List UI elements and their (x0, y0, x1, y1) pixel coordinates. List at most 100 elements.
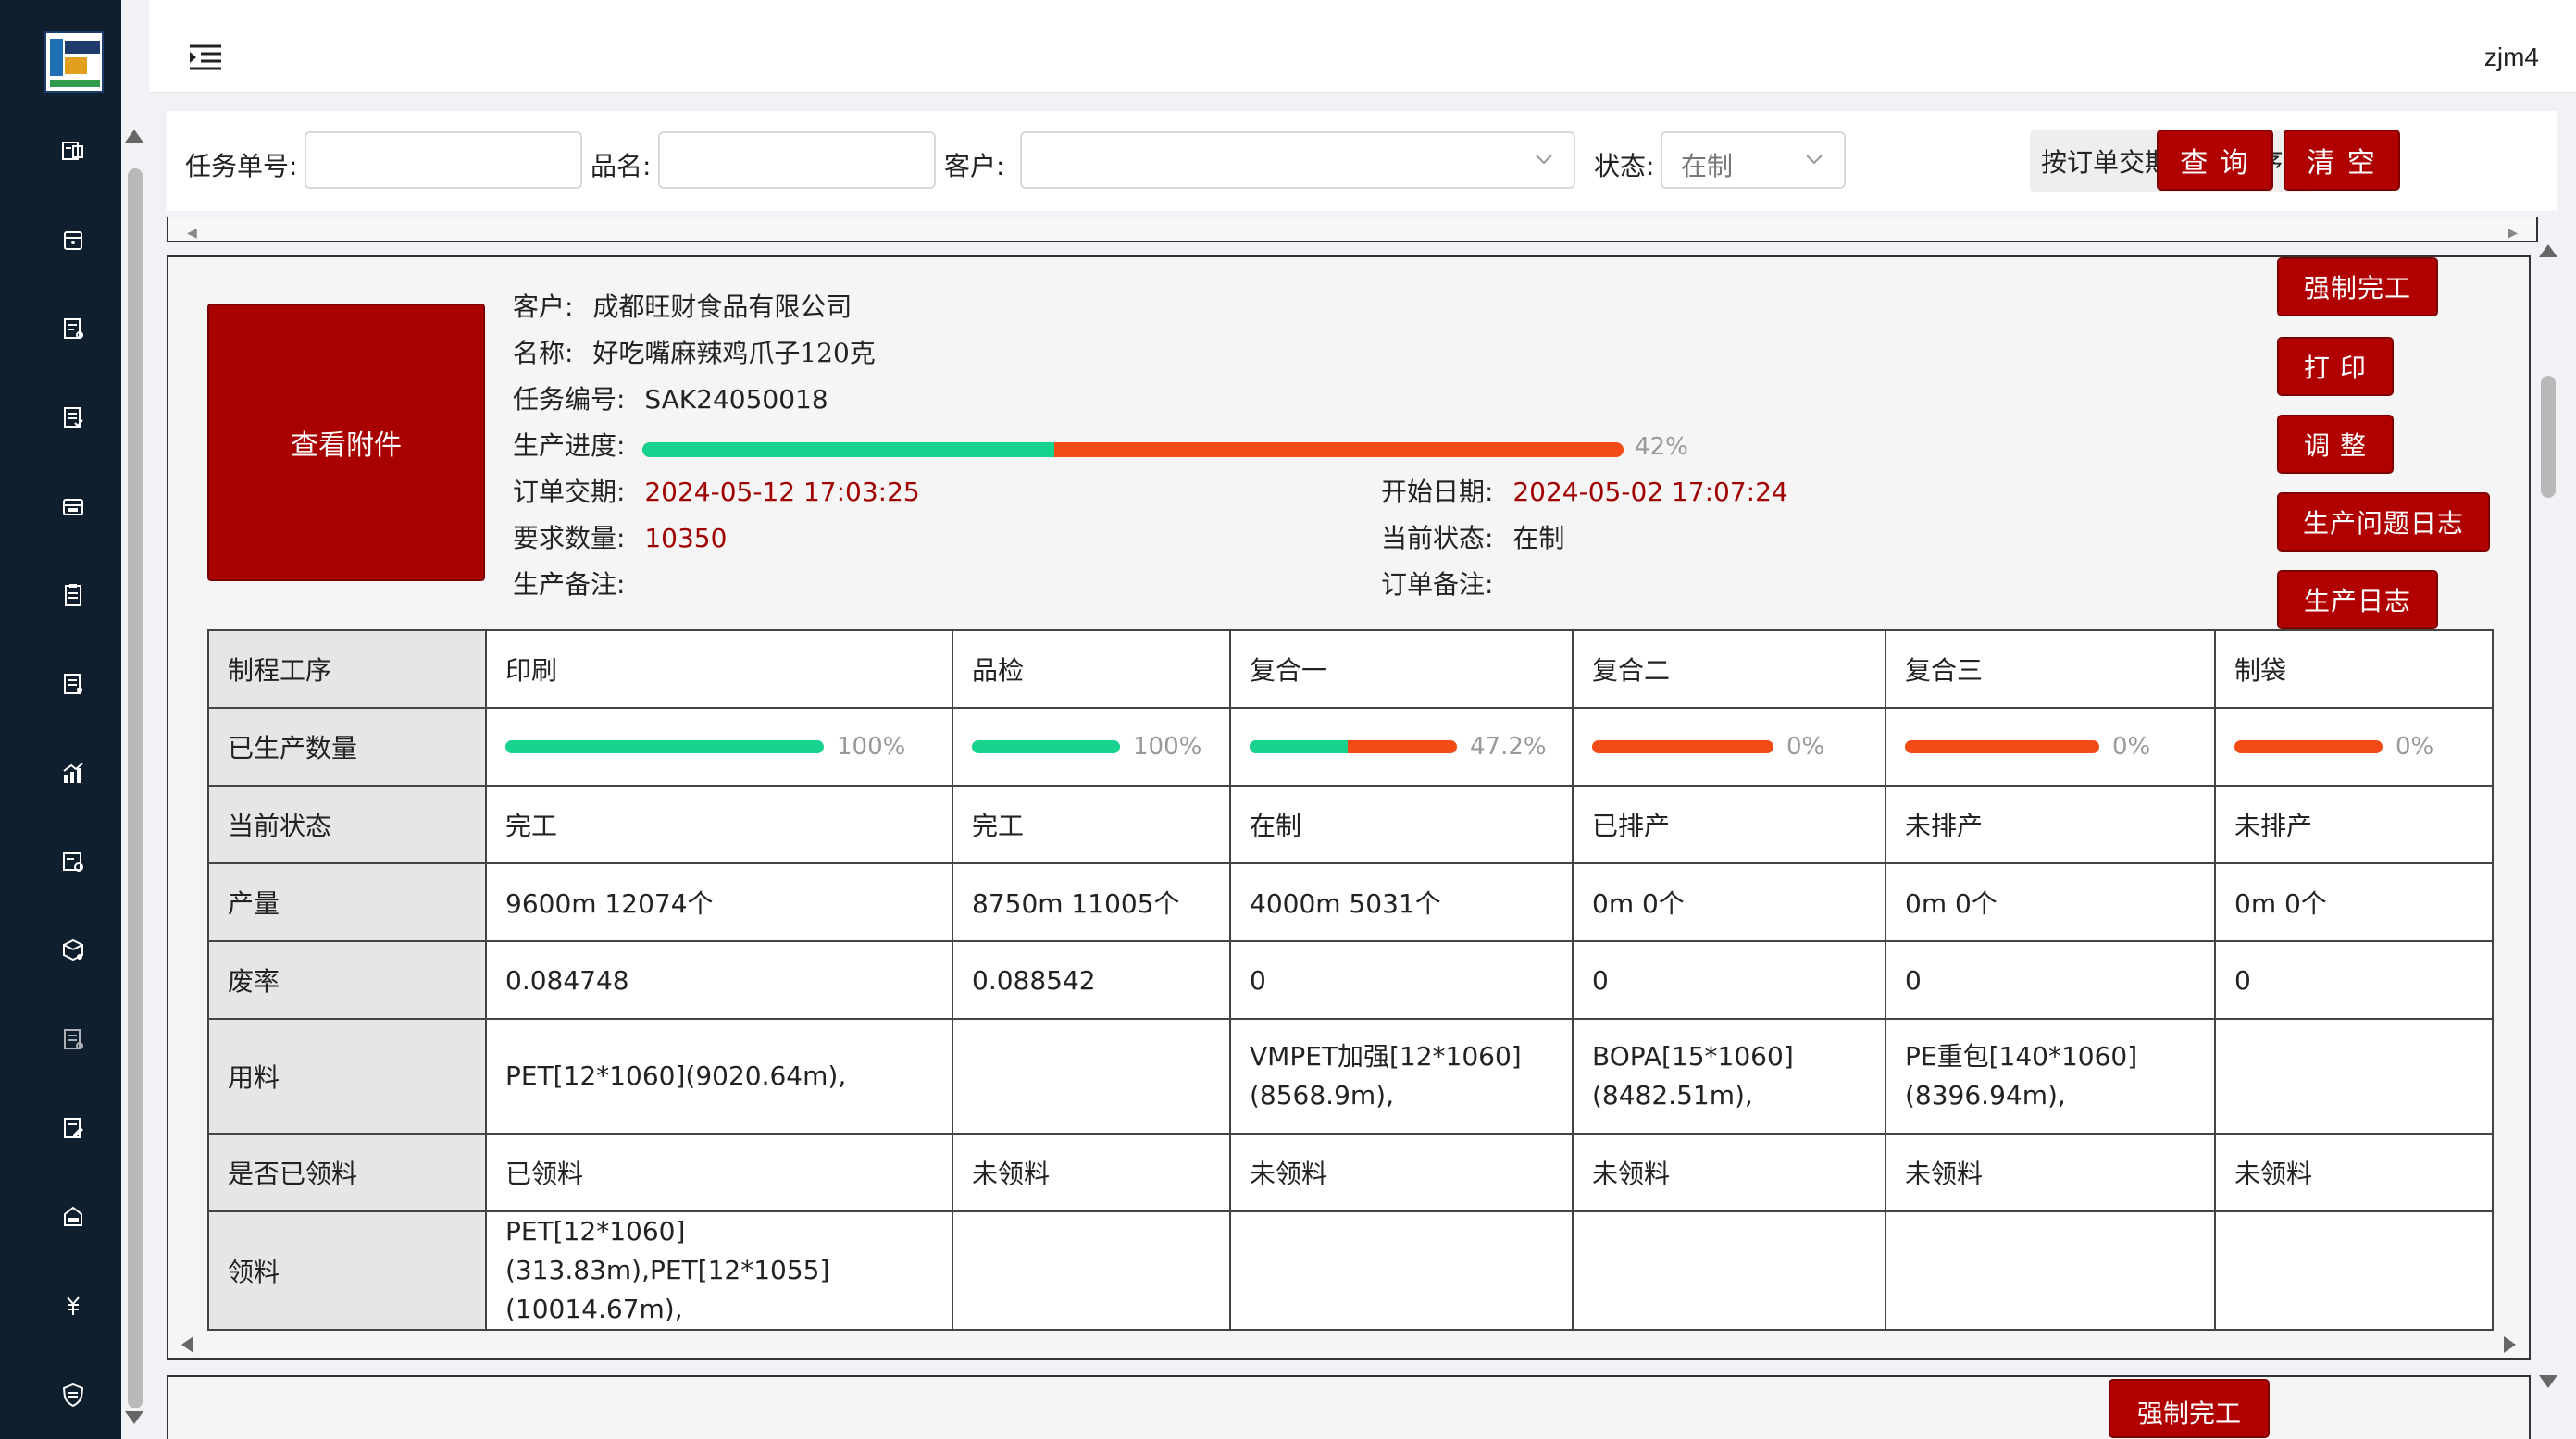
row-header: 当前状态 (207, 785, 487, 864)
table-cell: 已排产 (1572, 785, 1886, 864)
due-value: 2024-05-12 17:03:25 (644, 477, 920, 507)
name-row: 名称: 好吃嘴麻辣鸡爪子120克 (513, 333, 876, 370)
table-cell: 0 (1229, 940, 1574, 1020)
table-cell (1885, 1210, 2216, 1331)
table-cell: 0m 0个 (2214, 862, 2494, 942)
table-cell: 100% (485, 707, 953, 787)
force-complete-button[interactable]: 强制完工 (2109, 1379, 2270, 1438)
product-input[interactable] (658, 131, 936, 189)
task-no-row: 任务编号: SAK24050018 (513, 379, 828, 416)
status-label: 状态: (1594, 151, 1655, 181)
sidebar-scrollbar[interactable] (121, 120, 149, 1439)
material-line: (8482.51m), (1592, 1080, 1753, 1110)
query-button[interactable]: 查 询 (2157, 130, 2273, 191)
quality-icon[interactable] (57, 1379, 89, 1410)
schedule-icon[interactable] (57, 846, 89, 877)
card-horizontal-scrollbar[interactable] (168, 1331, 2529, 1358)
adjust-button[interactable]: 调 整 (2277, 415, 2394, 474)
scrollbar-thumb[interactable] (2541, 376, 2556, 498)
pick-line: PET[12*1060](313.83m),PET[12*1055] (505, 1216, 830, 1285)
package-icon[interactable] (57, 935, 89, 966)
process-progress-text: 0% (2112, 733, 2151, 761)
status-row: 当前状态: 在制 (1381, 518, 1564, 555)
table-cell: 复合一 (1229, 629, 1574, 709)
status-select[interactable]: 在制 (1661, 131, 1846, 189)
production-log-button[interactable]: 生产日志 (2277, 570, 2438, 629)
task-icon[interactable] (57, 402, 89, 433)
table-row: 当前状态 完工 完工 在制 已排产 未排产 未排产 (207, 785, 2494, 864)
inventory-icon[interactable] (57, 224, 89, 255)
row-header: 是否已领料 (207, 1133, 487, 1212)
report-icon[interactable] (57, 668, 89, 700)
table-cell: 0% (2214, 707, 2494, 787)
print-button[interactable]: 打 印 (2277, 337, 2394, 396)
table-cell: 0m 0个 (1572, 862, 1886, 942)
page-scrollbar[interactable] (2534, 241, 2562, 1407)
table-row: 领料 PET[12*1060](313.83m),PET[12*1055] (10… (207, 1210, 2494, 1331)
progress-key: 生产进度: (513, 430, 626, 461)
dashboard-icon[interactable] (57, 135, 89, 167)
scroll-left-icon[interactable] (181, 1336, 193, 1353)
qty-value: 10350 (644, 523, 728, 553)
table-cell: 0m 0个 (1885, 862, 2216, 942)
finance-icon[interactable] (57, 1290, 89, 1321)
warehouse-icon[interactable] (57, 490, 89, 522)
scroll-right-icon[interactable] (2504, 1336, 2516, 1353)
process-progress-bar (1592, 740, 1773, 753)
task-no-input[interactable] (305, 131, 582, 189)
table-cell: 8750m 11005个 (952, 862, 1231, 942)
table-cell: 0 (1885, 940, 2216, 1020)
edit-icon[interactable] (57, 1112, 89, 1144)
scroll-up-icon[interactable] (2539, 244, 2557, 257)
start-row: 开始日期: 2024-05-02 17:07:24 (1381, 472, 1788, 509)
table-cell: 未排产 (1885, 785, 2216, 864)
customer-value: 成都旺财食品有限公司 (592, 292, 852, 322)
view-attachment-button[interactable]: 查看附件 (207, 304, 485, 581)
order-icon[interactable] (57, 313, 89, 344)
table-cell: 未领料 (1229, 1133, 1574, 1212)
table-cell: 未领料 (1885, 1133, 2216, 1212)
row-header: 已生产数量 (207, 707, 487, 787)
sale-icon[interactable] (57, 1201, 89, 1233)
row-header: 领料 (207, 1210, 487, 1331)
chevron-down-icon (1536, 155, 1552, 165)
start-value: 2024-05-02 17:07:24 (1512, 477, 1788, 507)
table-row: 用料 PET[12*1060](9020.64m), VMPET加强[12*10… (207, 1018, 2494, 1135)
record-icon[interactable] (57, 1023, 89, 1055)
table-cell: 0 (1572, 940, 1886, 1020)
table-cell: 已领料 (485, 1133, 953, 1212)
table-cell: 未领料 (952, 1133, 1231, 1212)
table-cell: 印刷 (485, 629, 953, 709)
filter-bar: 任务单号: 品名: 客户: 状态: 在制 按订单交期排序:降序 查 询 清 空 (167, 111, 2557, 211)
chart-icon[interactable] (57, 757, 89, 788)
row-header: 产量 (207, 862, 487, 942)
table-cell: 0.084748 (485, 940, 953, 1020)
force-complete-button[interactable]: 强制完工 (2277, 257, 2438, 316)
status-key: 当前状态: (1381, 523, 1494, 553)
document-icon[interactable] (57, 579, 89, 611)
list-top-scrollbar[interactable]: ◀ ▶ (167, 217, 2538, 242)
task-no-key: 任务编号: (513, 384, 626, 415)
user-name[interactable]: zjm4 (2484, 43, 2539, 72)
customer-select[interactable] (1020, 131, 1575, 189)
process-progress-text: 100% (837, 733, 906, 761)
table-cell: PET[12*1060](313.83m),PET[12*1055] (10014… (485, 1210, 953, 1331)
material-line: VMPET加强[12*1060] (1250, 1041, 1522, 1072)
name-key: 名称: (513, 338, 574, 368)
table-cell: 0% (1572, 707, 1886, 787)
table-cell: 未领料 (1572, 1133, 1886, 1212)
table-row: 已生产数量 100% 100% 47.2% 0% 0% 0% (207, 707, 2494, 787)
task-card: 查看附件 客户: 成都旺财食品有限公司 名称: 好吃嘴麻辣鸡爪子120克 任务编… (167, 255, 2531, 1360)
table-cell: 0.088542 (952, 940, 1231, 1020)
issue-log-button[interactable]: 生产问题日志 (2277, 492, 2490, 552)
scroll-down-icon[interactable] (2539, 1375, 2557, 1388)
material-line: PET[12*1060](9020.64m), (505, 1061, 847, 1091)
clear-button[interactable]: 清 空 (2284, 130, 2400, 191)
material-line: PE重包[140*1060] (1905, 1041, 2138, 1072)
table-cell: 制袋 (2214, 629, 2494, 709)
table-cell: 在制 (1229, 785, 1574, 864)
order-note-row: 订单备注: (1381, 564, 1504, 602)
menu-toggle-icon[interactable] (188, 43, 223, 72)
order-note-key: 订单备注: (1381, 569, 1494, 600)
table-cell: 完工 (485, 785, 953, 864)
